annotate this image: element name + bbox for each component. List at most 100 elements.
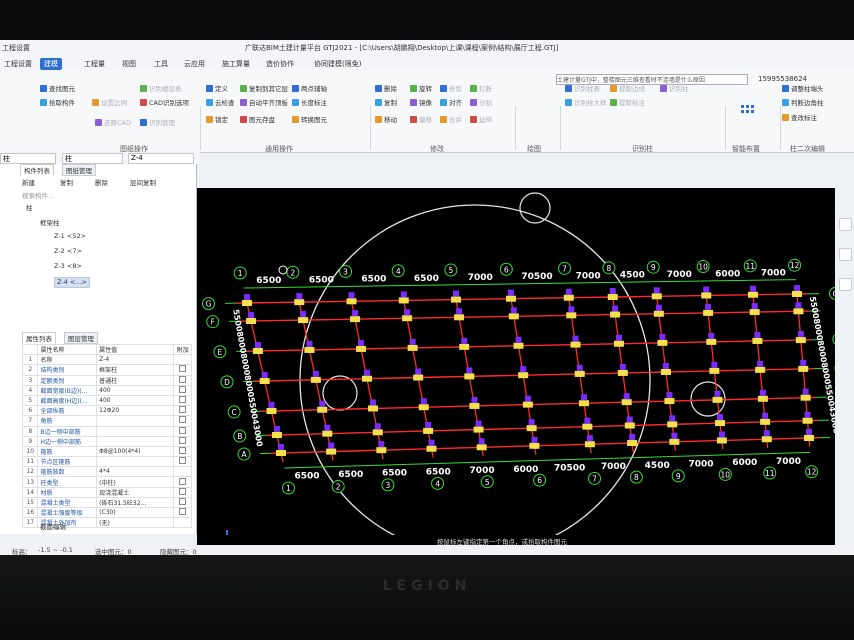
property-tab[interactable]: 图层管理: [64, 332, 98, 344]
extra-checkbox[interactable]: [179, 498, 187, 505]
menu-tab[interactable]: 云应用: [180, 58, 209, 70]
property-value[interactable]: Φ8@100(4*4): [96, 445, 175, 458]
tree-item[interactable]: Z-4 <...>: [54, 277, 90, 288]
menu-tab[interactable]: 建模: [40, 58, 62, 70]
section-edit-tab[interactable]: 截面编辑: [40, 521, 66, 531]
menu-tab[interactable]: 施工算量: [218, 58, 254, 70]
property-row[interactable]: 9 H边一侧中部筋: [21, 435, 192, 447]
zoom-icon[interactable]: [839, 248, 852, 261]
property-row[interactable]: 3 定额类别 普通柱: [21, 374, 192, 386]
property-row[interactable]: 6 全部纵筋 12Φ20: [21, 405, 192, 417]
ribbon-button[interactable]: 延伸: [470, 114, 492, 124]
help-search-input[interactable]: 土建计量GTJ中，整楼图元三维查看时不连墙是什么原因: [556, 74, 748, 85]
tree-item[interactable]: 柱: [26, 202, 33, 212]
ribbon-button[interactable]: 定义: [206, 83, 228, 93]
property-value[interactable]: [96, 435, 175, 447]
property-value[interactable]: [96, 415, 175, 427]
property-row[interactable]: 7 角筋: [21, 415, 192, 427]
extra-checkbox[interactable]: [179, 437, 187, 444]
property-value[interactable]: (砾石31.5砼32...: [96, 496, 175, 509]
ribbon-button[interactable]: 查改标注: [782, 112, 817, 122]
ribbon-button[interactable]: 自动平齐顶板: [240, 97, 288, 107]
ribbon-button[interactable]: 查找图元: [40, 83, 75, 93]
tree-item[interactable]: Z-2 <7>: [54, 247, 82, 255]
pan-icon[interactable]: [839, 278, 852, 291]
ribbon-button[interactable]: 删除: [375, 83, 397, 93]
ribbon-button[interactable]: 旋转: [410, 83, 432, 93]
ribbon-button[interactable]: 云检查: [206, 97, 235, 107]
category-select[interactable]: 柱: [0, 153, 56, 164]
extra-checkbox[interactable]: [179, 427, 187, 434]
ribbon-button[interactable]: 偏移: [410, 114, 432, 124]
ribbon-button[interactable]: 长度标注: [292, 97, 327, 107]
ribbon-button[interactable]: 识别楼层表: [140, 83, 182, 93]
drawing-canvas[interactable]: 6500 6500 6500 6500 7000 70500 7000 4500 7000 600…: [197, 188, 835, 535]
property-value[interactable]: 400: [96, 384, 175, 396]
property-row[interactable]: 10 箍筋 Φ8@100(4*4): [21, 445, 192, 458]
type-select[interactable]: 柱: [62, 153, 123, 164]
tree-item[interactable]: 框架柱: [40, 217, 60, 227]
property-row[interactable]: 14 材质 现浇混凝土: [21, 486, 192, 498]
ribbon-button[interactable]: 两点辅轴: [292, 83, 327, 93]
component-tab[interactable]: 图纸管理: [62, 164, 96, 176]
property-row[interactable]: 13 柱类型 (中柱): [21, 476, 192, 488]
property-value[interactable]: 框架柱: [96, 364, 175, 376]
extra-checkbox[interactable]: [179, 488, 187, 495]
menu-tab[interactable]: 视图: [118, 58, 140, 70]
menu-tab[interactable]: 工程量: [80, 58, 109, 70]
extra-checkbox[interactable]: [179, 457, 187, 465]
extra-checkbox[interactable]: [179, 365, 187, 373]
property-row[interactable]: 4 截面宽度(B边)(... 400: [21, 384, 192, 396]
ribbon-button[interactable]: 提取标注: [610, 97, 645, 107]
property-row[interactable]: 2 结构类别 框架柱: [21, 364, 192, 376]
property-value[interactable]: 普通柱: [96, 374, 175, 386]
ribbon-button[interactable]: 拾取构件: [40, 97, 75, 107]
ribbon-button[interactable]: CAD识别选项: [140, 97, 189, 107]
ribbon-button[interactable]: 移动: [375, 114, 397, 124]
user-phone[interactable]: 15995538624: [758, 75, 807, 83]
ribbon-button[interactable]: 打断: [470, 83, 492, 93]
property-value[interactable]: 现浇混凝土: [96, 486, 175, 498]
component-select[interactable]: Z-4: [128, 153, 194, 164]
menu-tab[interactable]: 造价协作: [262, 58, 298, 70]
cad-drawing[interactable]: 6500 6500 6500 6500 7000 70500 7000 4500 7000 600…: [197, 188, 835, 535]
property-row[interactable]: 1 名称 Z-4: [21, 354, 192, 366]
property-row[interactable]: 16 混凝土强度等级 (C30): [21, 506, 192, 519]
quick-access-label[interactable]: 工程设置: [2, 43, 30, 53]
extra-checkbox[interactable]: [179, 396, 187, 404]
extra-checkbox[interactable]: [179, 386, 187, 393]
ribbon-button[interactable]: 识别柱大样: [565, 97, 607, 107]
property-value[interactable]: 400: [96, 394, 175, 407]
extra-checkbox[interactable]: [179, 508, 187, 516]
component-toolbar-button[interactable]: 新建: [22, 177, 35, 187]
ribbon-button[interactable]: 调整柱端头: [782, 83, 824, 93]
ribbon-button[interactable]: 合并: [440, 114, 462, 124]
property-value[interactable]: [96, 456, 175, 468]
ribbon-button[interactable]: 图元存盘: [240, 114, 275, 124]
property-value[interactable]: 12Φ20: [96, 405, 175, 417]
property-value[interactable]: Z-4: [96, 354, 175, 366]
ribbon-button[interactable]: 修剪: [440, 83, 462, 93]
property-row[interactable]: 8 B边一侧中部筋: [21, 425, 192, 437]
extra-checkbox[interactable]: [179, 416, 187, 424]
component-search[interactable]: 搜索构件...: [22, 190, 54, 200]
property-row[interactable]: 12 箍筋肢数 4*4: [21, 466, 192, 478]
tree-item[interactable]: Z-3 <8>: [54, 262, 82, 270]
property-row[interactable]: 5 截面高度(H边)(... 400: [21, 394, 192, 407]
component-tab[interactable]: 构件列表: [20, 164, 54, 176]
property-value[interactable]: (中柱): [96, 476, 175, 488]
property-value[interactable]: (C30): [96, 506, 175, 519]
view-cube-icon[interactable]: [839, 218, 852, 231]
menu-tab[interactable]: 协同建模(限免): [310, 58, 365, 70]
property-value[interactable]: [96, 425, 175, 437]
menu-tab[interactable]: 工程设置: [0, 58, 36, 70]
property-row[interactable]: 11 节点区箍筋: [21, 456, 192, 468]
component-toolbar-button[interactable]: 删除: [95, 177, 108, 187]
property-row[interactable]: 15 混凝土类型 (砾石31.5砼32...: [21, 496, 192, 509]
ribbon-button[interactable]: 复制: [375, 97, 397, 107]
property-value[interactable]: (无): [96, 517, 175, 529]
ribbon-button[interactable]: 锁定: [206, 114, 228, 124]
smart-layout-icon[interactable]: [740, 104, 754, 118]
ribbon-button[interactable]: 判断边角柱: [782, 97, 824, 107]
component-toolbar-button[interactable]: 层间复制: [130, 177, 156, 187]
